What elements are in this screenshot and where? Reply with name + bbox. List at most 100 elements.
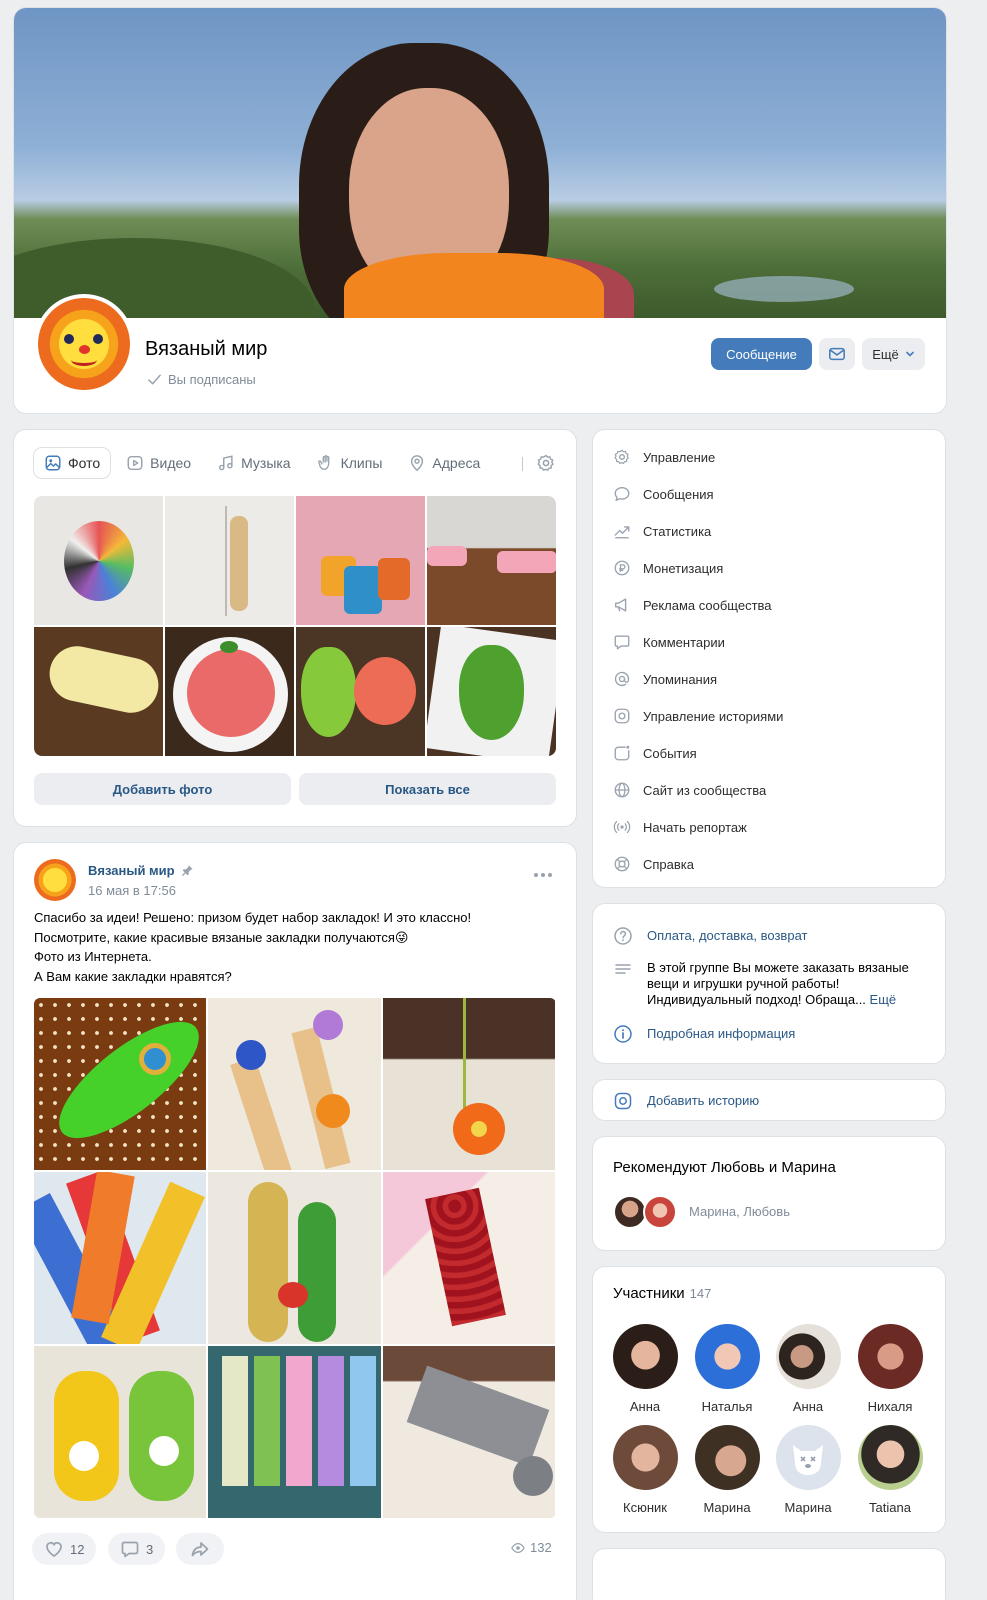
post-photo[interactable] [208, 1172, 381, 1344]
photo-thumbnail[interactable] [296, 496, 425, 625]
member-name: Анна [629, 1399, 661, 1414]
recommend-names[interactable]: Марина, Любовь [689, 1204, 790, 1219]
tab-music[interactable]: Музыка [207, 448, 301, 478]
members-header[interactable]: Участники 147 [613, 1285, 711, 1302]
post-photo[interactable] [208, 998, 381, 1170]
gear-icon [614, 449, 629, 465]
cover-photo[interactable] [14, 8, 946, 318]
show-all-button[interactable]: Показать все [299, 773, 556, 805]
post-photo-grid [34, 998, 556, 1518]
photo-thumbnail[interactable] [165, 496, 294, 625]
subscribed-label: Вы подписаны [168, 372, 256, 387]
member-item[interactable]: Марина [687, 1425, 767, 1515]
photo-thumbnail[interactable] [427, 496, 556, 625]
post-photo[interactable] [383, 1172, 555, 1344]
post-text-line: А Вам какие закладки нравятся? [34, 968, 232, 984]
member-item[interactable]: Анна [605, 1324, 685, 1414]
menu-item-stories[interactable]: Управление историями [613, 706, 783, 726]
tab-photo[interactable]: Фото [34, 448, 110, 478]
post-photo[interactable] [34, 998, 206, 1170]
post-text-line: Спасибо за идеи! Решено: призом будет на… [34, 910, 472, 925]
menu-item-site[interactable]: Сайт из сообщества [613, 780, 766, 800]
members-count: 147 [689, 1286, 712, 1301]
post-author-avatar[interactable] [34, 859, 76, 901]
recommend-card: Рекомендуют Любовь и Марина Марина, Любо… [593, 1137, 945, 1250]
member-avatar [775, 1324, 841, 1389]
member-item[interactable]: Анна [768, 1324, 848, 1414]
menu-item-label: Сайт из сообщества [643, 782, 767, 798]
payment-link[interactable]: Оплата, доставка, возврат [647, 926, 807, 946]
photo-thumbnail[interactable] [296, 627, 425, 756]
gear-icon[interactable] [536, 453, 556, 473]
post-text-line: Посмотрите, какие красивые вязаные закла… [34, 929, 409, 945]
member-name: Ксюник [623, 1500, 667, 1515]
media-block: Фото Видео Музыка Клипы Адреса Добавить … [14, 430, 576, 826]
description-more-link[interactable]: Ещё [870, 992, 897, 1007]
at-icon [614, 671, 630, 687]
member-item[interactable]: Наталья [687, 1324, 767, 1414]
tab-clips[interactable]: Клипы [307, 448, 393, 478]
photo-thumbnail[interactable] [165, 627, 294, 756]
sun-mouth [71, 354, 97, 366]
member-name: Анна [792, 1399, 824, 1414]
more-options-icon[interactable] [532, 870, 554, 880]
add-story-button[interactable]: Добавить историю [613, 1091, 759, 1111]
friend-avatar[interactable] [613, 1195, 647, 1229]
pin-icon [181, 865, 193, 877]
post-photo[interactable] [34, 1346, 206, 1518]
menu-item-ads[interactable]: Реклама сообщества [613, 595, 772, 615]
payment-info-row[interactable]: Оплата, доставка, возврат [613, 926, 807, 946]
member-item[interactable]: Нихаля [850, 1324, 930, 1414]
mail-button[interactable] [819, 338, 855, 370]
chat-icon [614, 487, 630, 501]
cover-scarf [344, 253, 604, 318]
message-button[interactable]: Сообщение [711, 338, 812, 370]
location-icon [411, 455, 424, 472]
photo-thumbnail[interactable] [427, 627, 556, 756]
post-date[interactable]: 16 мая в 17:56 [88, 883, 176, 898]
photo-thumbnail[interactable] [34, 496, 163, 625]
member-item[interactable]: Марина [768, 1425, 848, 1515]
post-photo[interactable] [34, 1172, 206, 1344]
add-photo-button[interactable]: Добавить фото [34, 773, 291, 805]
share-button[interactable] [176, 1533, 224, 1565]
recommend-title: Рекомендуют Любовь и Марина [613, 1159, 836, 1176]
member-item[interactable]: Ксюник [605, 1425, 685, 1515]
comment-button[interactable]: 3 [108, 1533, 166, 1565]
description-row: В этой группе Вы можете заказать вязаные… [613, 960, 933, 1008]
sun-eye-left [64, 334, 74, 344]
details-row[interactable]: Подробная информация [613, 1024, 795, 1044]
more-button[interactable]: Ещё [862, 338, 925, 370]
menu-item-help[interactable]: Справка [613, 854, 694, 874]
menu-item-events[interactable]: События [613, 743, 697, 763]
menu-item-management[interactable]: Управление [613, 447, 715, 467]
text-lines-icon [615, 964, 631, 974]
info-icon [614, 1025, 632, 1043]
group-avatar[interactable] [38, 298, 130, 390]
menu-item-monetization[interactable]: Монетизация [613, 558, 723, 578]
views-counter: 132 [511, 1540, 552, 1555]
menu-item-label: События [643, 745, 697, 761]
subscribed-status[interactable]: Вы подписаны [147, 372, 256, 387]
photo-icon [45, 455, 61, 471]
menu-item-broadcast[interactable]: Начать репортаж [613, 817, 747, 837]
menu-item-mentions[interactable]: Упоминания [613, 669, 717, 689]
post-photo[interactable] [383, 998, 555, 1170]
menu-item-messages[interactable]: Сообщения [613, 484, 714, 504]
post-photo[interactable] [208, 1346, 381, 1518]
menu-item-statistics[interactable]: Статистика [613, 521, 711, 541]
group-header: Вязаный мир Вы подписаны Сообщение Ещё [14, 8, 946, 413]
post-photo[interactable] [383, 1346, 555, 1518]
tab-addresses[interactable]: Адреса [398, 448, 490, 478]
details-link[interactable]: Подробная информация [647, 1024, 795, 1044]
cover-river [714, 276, 854, 302]
post-author[interactable]: Вязаный мир [88, 863, 194, 878]
like-button[interactable]: 12 [32, 1533, 97, 1565]
tab-video[interactable]: Видео [116, 448, 201, 478]
wall-post: Вязаный мир 16 мая в 17:56 Спасибо за ид… [14, 843, 576, 1600]
menu-item-comments[interactable]: Комментарии [613, 632, 725, 652]
sun-eye-right [93, 334, 103, 344]
member-item[interactable]: Tatiana [850, 1425, 930, 1515]
friend-avatar[interactable] [643, 1195, 677, 1229]
photo-thumbnail[interactable] [34, 627, 163, 756]
